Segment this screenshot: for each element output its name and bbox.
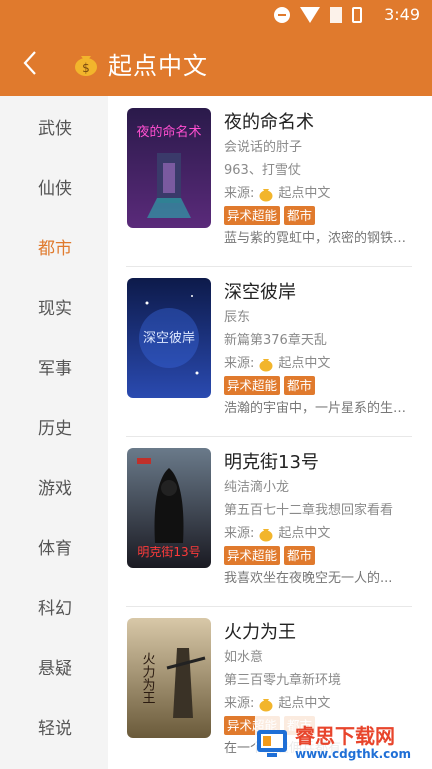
money-bag-icon bbox=[259, 528, 273, 541]
svg-text:$: $ bbox=[82, 61, 90, 75]
sidebar-item-label: 历史 bbox=[38, 418, 72, 439]
tag-badge: 都市 bbox=[284, 376, 316, 395]
back-button[interactable] bbox=[0, 30, 60, 96]
tag-badge: 都市 bbox=[284, 206, 316, 225]
sidebar-item-qingshuo[interactable]: 轻说 bbox=[0, 696, 108, 756]
book-description: 我喜欢坐在夜晚空无一人的... bbox=[224, 571, 393, 586]
sidebar-item-junshi[interactable]: 军事 bbox=[0, 336, 108, 396]
sidebar-item-xianxia[interactable]: 仙侠 bbox=[0, 156, 108, 216]
book-cover: 夜的命名术 bbox=[127, 108, 211, 228]
cover-image: 火力为王 bbox=[127, 618, 211, 738]
source-name: 起点中文 bbox=[278, 696, 331, 711]
tag-list: 异术超能 都市 bbox=[224, 376, 412, 397]
tag-badge: 都市 bbox=[284, 546, 316, 565]
money-bag-icon bbox=[259, 188, 273, 201]
app-bar: $ 起点中文 bbox=[0, 30, 432, 96]
book-cover: 火力为王 bbox=[127, 618, 211, 738]
book-source: 来源: 起点中文 bbox=[224, 522, 412, 545]
money-bag-icon bbox=[259, 358, 273, 371]
sidebar-item-label: 武侠 bbox=[38, 118, 72, 139]
sidebar-item-label: 悬疑 bbox=[38, 658, 72, 679]
watermark-title: 睿思下载网 bbox=[295, 723, 395, 748]
money-bag-icon bbox=[259, 698, 273, 711]
sidebar-item-label: 体育 bbox=[38, 538, 72, 559]
tag-badge: 异术超能 bbox=[224, 546, 281, 565]
site-watermark: 睿思下载网 www.cdgthk.com bbox=[255, 716, 432, 769]
cover-title-text: 明克街13号 bbox=[137, 545, 200, 559]
tag-badge: 异术超能 bbox=[224, 376, 281, 395]
status-time: 3:49 bbox=[384, 5, 420, 24]
battery-icon bbox=[352, 7, 362, 23]
source-label: 来源: bbox=[224, 526, 255, 541]
cover-title-text: 夜的命名术 bbox=[136, 124, 201, 140]
sidebar-item-xianshi[interactable]: 现实 bbox=[0, 276, 108, 336]
status-bar: 3:49 bbox=[0, 0, 432, 30]
book-source: 来源: 起点中文 bbox=[224, 182, 412, 205]
sidebar-item-label: 科幻 bbox=[38, 598, 72, 619]
cover-image: 夜的命名术 bbox=[127, 108, 211, 228]
book-source: 来源: 起点中文 bbox=[224, 352, 412, 375]
cover-image: 深空彼岸 bbox=[127, 278, 211, 398]
book-cover: 明克街13号 bbox=[127, 448, 211, 568]
book-description: 浩瀚的宇宙中，一片星系的生灭，也不 bbox=[224, 401, 410, 416]
source-label: 来源: bbox=[224, 186, 255, 201]
sidebar-item-kehuan[interactable]: 科幻 bbox=[0, 576, 108, 636]
sidebar-item-youxi[interactable]: 游戏 bbox=[0, 456, 108, 516]
book-author: 会说话的肘子 bbox=[224, 140, 303, 155]
sidebar-item-label: 仙侠 bbox=[38, 178, 72, 199]
category-sidebar: 武侠 仙侠 都市 现实 军事 历史 游戏 体育 科幻 悬疑 轻说 bbox=[0, 96, 108, 769]
book-item[interactable]: 深空彼岸 深空彼岸 辰东 新篇第376章天乱 来源: 起点中文 异术超能 都市 … bbox=[126, 266, 412, 437]
sidebar-item-label: 现实 bbox=[38, 298, 72, 319]
book-list: 夜的命名术 夜的命名术 会说话的肘子 963、打雪仗 来源: 起点中文 异术超能… bbox=[108, 96, 432, 769]
tag-list: 异术超能 都市 bbox=[224, 546, 412, 567]
wifi-icon bbox=[300, 7, 320, 23]
book-author: 纯洁滴小龙 bbox=[224, 480, 290, 495]
tag-list: 异术超能 都市 bbox=[224, 206, 412, 227]
sidebar-item-tiyu[interactable]: 体育 bbox=[0, 516, 108, 576]
book-item[interactable]: 明克街13号 明克街13号 纯洁滴小龙 第五百七十二章我想回家看看 来源: 起点… bbox=[126, 436, 412, 607]
book-latest-chapter: 新篇第376章天乱 bbox=[224, 333, 327, 348]
source-label: 来源: bbox=[224, 356, 255, 371]
sidebar-item-xuanyi[interactable]: 悬疑 bbox=[0, 636, 108, 696]
book-latest-chapter: 963、打雪仗 bbox=[224, 163, 301, 178]
book-title: 火力为王 bbox=[224, 622, 296, 643]
no-sim-icon bbox=[330, 7, 342, 23]
sidebar-item-dushi[interactable]: 都市 bbox=[0, 216, 108, 276]
book-source: 来源: 起点中文 bbox=[224, 692, 412, 715]
money-bag-icon: $ bbox=[75, 56, 97, 76]
book-latest-chapter: 第五百七十二章我想回家看看 bbox=[224, 503, 394, 518]
sidebar-item-label: 游戏 bbox=[38, 478, 72, 499]
book-description: 蓝与紫的霓虹中，浓密的钢铁苍穹下 bbox=[224, 231, 410, 246]
source-name: 起点中文 bbox=[278, 526, 331, 541]
sidebar-item-label: 都市 bbox=[38, 238, 72, 259]
cover-image: 明克街13号 bbox=[127, 448, 211, 568]
book-item[interactable]: 夜的命名术 夜的命名术 会说话的肘子 963、打雪仗 来源: 起点中文 异术超能… bbox=[126, 96, 412, 267]
watermark-url: www.cdgthk.com bbox=[295, 746, 412, 761]
source-name: 起点中文 bbox=[278, 186, 331, 201]
page-title: 起点中文 bbox=[108, 51, 208, 80]
book-title: 明克街13号 bbox=[224, 452, 319, 473]
cover-title-text: 火力为王 bbox=[140, 652, 156, 704]
sidebar-item-label: 军事 bbox=[38, 358, 72, 379]
tag-badge: 异术超能 bbox=[224, 206, 281, 225]
source-label: 来源: bbox=[224, 696, 255, 711]
chevron-left-icon bbox=[23, 51, 36, 75]
book-cover: 深空彼岸 bbox=[127, 278, 211, 398]
cover-title-text: 深空彼岸 bbox=[143, 331, 195, 346]
monitor-logo-icon bbox=[257, 729, 287, 757]
book-latest-chapter: 第三百零九章新环境 bbox=[224, 673, 342, 688]
source-name: 起点中文 bbox=[278, 356, 331, 371]
sidebar-item-wuxia[interactable]: 武侠 bbox=[0, 96, 108, 156]
sidebar-item-label: 轻说 bbox=[38, 718, 72, 739]
book-title: 夜的命名术 bbox=[224, 112, 314, 133]
sidebar-item-lishi[interactable]: 历史 bbox=[0, 396, 108, 456]
book-title: 深空彼岸 bbox=[224, 282, 296, 303]
book-author: 如水意 bbox=[224, 650, 264, 665]
do-not-disturb-icon bbox=[274, 7, 290, 23]
book-author: 辰东 bbox=[224, 310, 251, 325]
status-icons bbox=[274, 7, 362, 23]
